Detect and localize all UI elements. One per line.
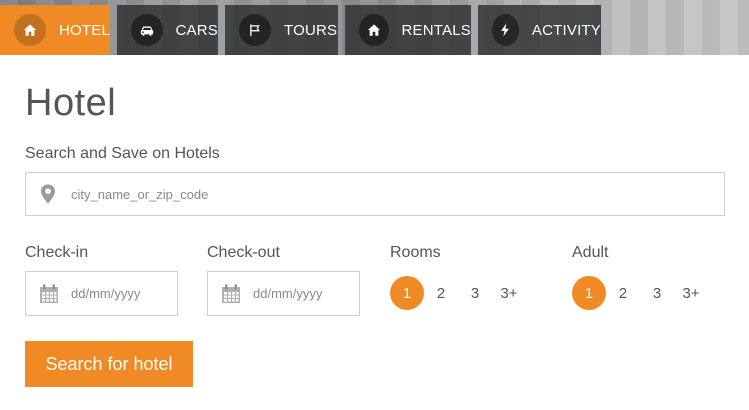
adult-option-2[interactable]: 2 [606, 276, 640, 310]
search-hotel-button[interactable]: Search for hotel [25, 341, 193, 387]
tab-activity[interactable]: ACTIVITY [478, 5, 601, 55]
checkin-input[interactable] [71, 286, 171, 301]
checkin-field[interactable] [25, 271, 178, 316]
tab-cars[interactable]: CARS [117, 5, 218, 55]
map-pin-icon [41, 184, 55, 204]
rooms-picker: 1 2 3 3+ [390, 276, 526, 310]
checkout-label: Check-out [207, 244, 280, 261]
tab-label: CARS [175, 21, 218, 39]
tab-label: HOTEL [58, 21, 110, 39]
checkin-label: Check-in [25, 244, 89, 261]
search-subtitle: Search and Save on Hotels [25, 145, 220, 162]
rooms-option-3[interactable]: 3 [458, 276, 492, 310]
adult-picker: 1 2 3 3+ [572, 276, 708, 310]
adult-option-3[interactable]: 3 [640, 276, 674, 310]
city-search-field[interactable] [25, 172, 725, 216]
page-title: Hotel [25, 82, 117, 124]
top-nav-bar: HOTEL CARS TOURS RENTALS ACTIVITY [0, 0, 749, 55]
rooms-label: Rooms [390, 244, 441, 261]
tab-label: ACTIVITY [531, 21, 601, 39]
home-icon [359, 14, 389, 46]
tab-tours[interactable]: TOURS [225, 5, 338, 55]
city-search-input[interactable] [71, 186, 671, 202]
tab-label: TOURS [284, 21, 338, 39]
calendar-icon [40, 284, 58, 303]
tab-label: RENTALS [401, 21, 471, 39]
rooms-option-3-plus[interactable]: 3+ [492, 276, 526, 310]
adult-label: Adult [572, 244, 609, 261]
rooms-option-2[interactable]: 2 [424, 276, 458, 310]
home-icon [14, 14, 46, 46]
tab-rentals[interactable]: RENTALS [345, 5, 471, 55]
adult-option-3-plus[interactable]: 3+ [674, 276, 708, 310]
bolt-icon [492, 14, 519, 46]
adult-option-1[interactable]: 1 [572, 276, 606, 310]
checkout-input[interactable] [253, 286, 353, 301]
checkout-field[interactable] [207, 271, 360, 316]
flag-icon [239, 14, 271, 46]
rooms-option-1[interactable]: 1 [390, 276, 424, 310]
tab-hotel[interactable]: HOTEL [0, 5, 110, 55]
calendar-icon [222, 284, 240, 303]
car-icon [131, 14, 163, 46]
